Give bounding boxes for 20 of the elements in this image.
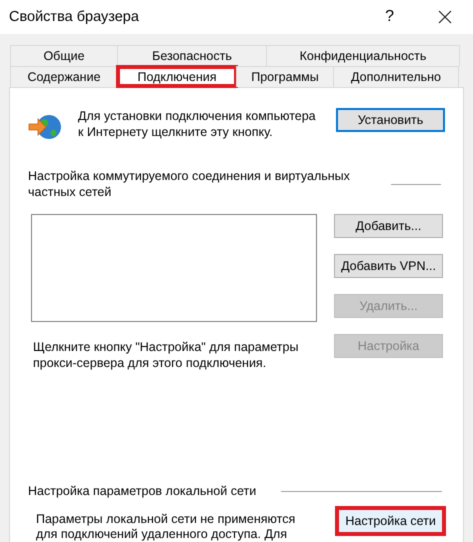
help-button[interactable]: ? bbox=[385, 8, 394, 26]
tab[interactable]: Программы bbox=[236, 66, 334, 87]
tab[interactable]: Общие bbox=[10, 45, 118, 66]
lan-hint: Параметры локальной сети не применяются для подключений удаленного доступа. Для bbox=[36, 512, 296, 542]
section-label: Настройка параметров локальной сети bbox=[28, 483, 256, 499]
setup-instruction: Для установки подключения компьютера к Интернету щелкните эту кнопку. bbox=[78, 108, 317, 140]
dialup-button[interactable]: Добавить... bbox=[334, 214, 443, 238]
lan-settings-button[interactable]: Настройка сети bbox=[336, 507, 445, 535]
window-title: Свойства браузера bbox=[9, 9, 140, 25]
tab[interactable]: Дополнительно bbox=[333, 66, 459, 87]
connections-list[interactable] bbox=[31, 214, 317, 322]
close-icon[interactable] bbox=[438, 10, 452, 24]
setup-button[interactable]: Установить bbox=[336, 108, 445, 132]
tab[interactable]: Содержание bbox=[10, 66, 118, 87]
globe-with-arrow-icon bbox=[28, 112, 62, 142]
tab[interactable]: Конфиденциальность bbox=[266, 45, 460, 66]
dialup-button[interactable]: Добавить VPN... bbox=[334, 254, 443, 278]
proxy-hint: Щелкните кнопку "Настройка" для параметры прокси-сервера для этого подключения. bbox=[33, 339, 300, 371]
tab[interactable]: Подключения bbox=[117, 66, 237, 87]
section-label: Настройка коммутируемого соединения и виртуальных частных сетей bbox=[28, 168, 351, 200]
